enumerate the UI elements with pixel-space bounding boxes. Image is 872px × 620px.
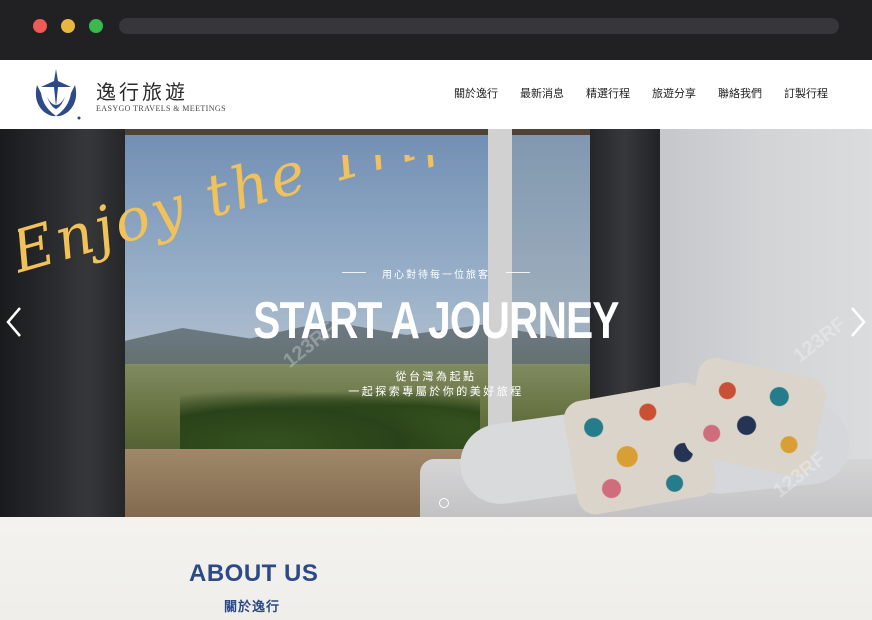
brand-tagline: EASYGO TRAVELS & MEETINGS — [96, 104, 226, 113]
nav-item-featured-tours[interactable]: 精選行程 — [586, 87, 630, 101]
nav-item-news[interactable]: 最新消息 — [520, 87, 564, 101]
hero-subline-1: 從台灣為起點 — [395, 370, 477, 383]
window-minimize-button[interactable] — [61, 19, 75, 33]
nav-item-travel-stories[interactable]: 旅遊分享 — [652, 87, 696, 101]
address-bar[interactable] — [119, 18, 839, 34]
hero-subline-2: 一起探索專屬於你的美好旅程 — [348, 385, 524, 398]
window-close-button[interactable] — [33, 19, 47, 33]
main-nav: 關於逸行 最新消息 精選行程 旅遊分享 聯絡我們 訂製行程 — [454, 87, 828, 101]
window-maximize-button[interactable] — [89, 19, 103, 33]
nav-item-custom-tour[interactable]: 訂製行程 — [784, 87, 828, 101]
about-title: ABOUT US — [189, 560, 319, 587]
globe-airplane-logo-icon[interactable] — [31, 67, 81, 121]
hero-tagline: 用心對待每一位旅客 — [342, 266, 530, 281]
brand-name[interactable]: 逸行旅遊 — [96, 76, 188, 105]
hero-slider: 123RF 123RF 123RF Enjoy the Trip 用心對待每一位… — [0, 129, 872, 517]
browser-chrome — [0, 0, 872, 60]
chevron-left-icon[interactable] — [4, 304, 24, 340]
chevron-right-icon[interactable] — [848, 304, 868, 340]
hero-headline: START A JOURNEY — [253, 292, 619, 350]
site-header: 逸行旅遊 EASYGO TRAVELS & MEETINGS 關於逸行 最新消息… — [0, 60, 872, 129]
about-section: ABOUT US 關於逸行 — [0, 517, 872, 620]
about-subtitle: 關於逸行 — [224, 600, 281, 615]
nav-item-contact[interactable]: 聯絡我們 — [718, 87, 762, 101]
nav-item-about[interactable]: 關於逸行 — [454, 87, 498, 101]
slider-dot[interactable] — [439, 498, 449, 508]
